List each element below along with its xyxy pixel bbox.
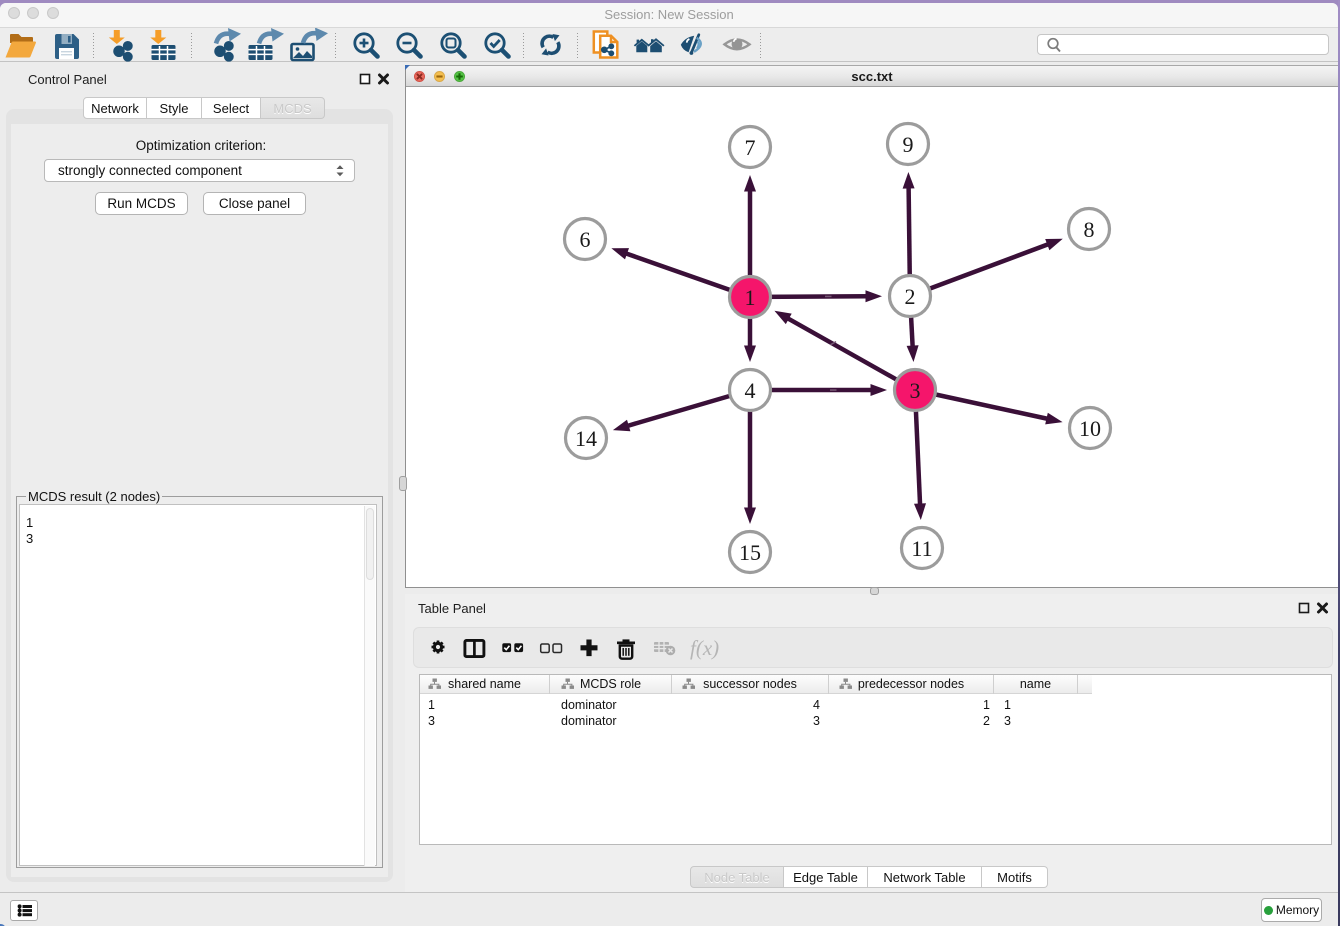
svg-text:14: 14 [575, 426, 597, 451]
svg-text:f(x): f(x) [690, 636, 719, 660]
svg-text:3: 3 [910, 378, 921, 403]
svg-text:8: 8 [1084, 217, 1095, 242]
svg-text:10: 10 [1079, 416, 1101, 441]
svg-text:7: 7 [745, 135, 756, 160]
svg-text:9: 9 [903, 132, 914, 157]
svg-text:6: 6 [580, 227, 591, 252]
svg-text:11: 11 [911, 536, 932, 561]
svg-text:4: 4 [745, 378, 756, 403]
svg-text:15: 15 [739, 540, 761, 565]
svg-text:1: 1 [745, 285, 756, 310]
svg-text:2: 2 [905, 284, 916, 309]
